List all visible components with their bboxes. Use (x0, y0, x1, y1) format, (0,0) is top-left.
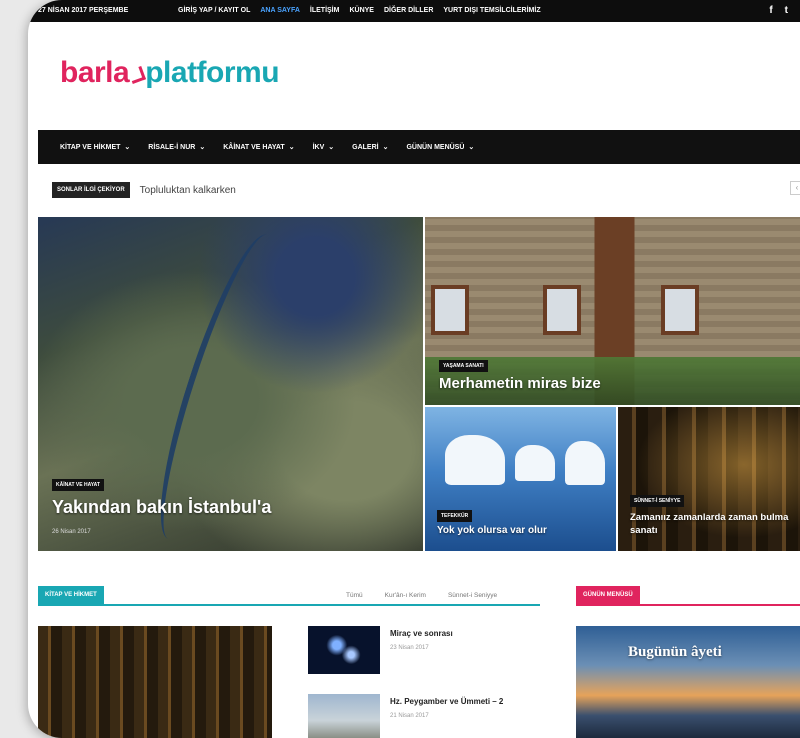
window-image (661, 285, 699, 335)
top-bar: 27 NİSAN 2017 PERŞEMBE GİRİŞ YAP / KAYIT… (28, 0, 800, 22)
hero-house-tile[interactable]: YAŞAMA SANATI Merhametin miras bize (425, 217, 800, 405)
featured-post-image[interactable] (38, 626, 272, 738)
post-title[interactable]: Miraç ve sonrası (390, 629, 453, 638)
chevron-down-icon: ⌄ (468, 144, 475, 151)
post-title[interactable]: Hz. Peygamber ve Ümmeti – 2 (390, 697, 503, 706)
hero-house-category[interactable]: YAŞAMA SANATI (439, 360, 488, 372)
hero-main-category[interactable]: KÂİNAT VE HAYAT (52, 479, 104, 491)
social-links: f t (769, 5, 788, 16)
nav-item-galeri[interactable]: GALERİ ⌄ (352, 143, 388, 151)
top-link-representatives[interactable]: YURT DIŞI TEMSİLCİLERİMİZ (443, 7, 540, 14)
chevron-down-icon: ⌄ (199, 144, 206, 151)
tab-kuran[interactable]: Kur'ân-ı Kerim (385, 592, 426, 599)
ticker-controls: ‹ › (790, 181, 800, 195)
top-link-contact[interactable]: İLETİŞİM (310, 7, 340, 14)
hero-main-title[interactable]: Yakından bakın İstanbul'a (52, 497, 271, 518)
hero-house-title[interactable]: Merhametin miras bize (439, 375, 601, 392)
section-menu-header: GÜNÜN MENÜSÜ (576, 586, 800, 606)
verse-banner-text: Bugünün âyeti (628, 644, 722, 660)
hero-ice-tile[interactable]: TEFEKKÜR Yok yok olursa var olur (425, 407, 616, 551)
facebook-icon[interactable]: f (769, 5, 772, 16)
tab-sunnet[interactable]: Sünnet-i Seniyye (448, 592, 497, 599)
top-link-login[interactable]: GİRİŞ YAP / KAYIT OL (178, 7, 250, 14)
logo-smile-icon (128, 66, 147, 84)
section-kitap-tabs: Tümü Kur'ân-ı Kerim Sünnet-i Seniyye (346, 592, 497, 599)
ticker-text[interactable]: Topluluktan kalkarken (140, 185, 236, 196)
nav-item-risale[interactable]: RİSALE-İ NUR ⌄ (148, 143, 205, 151)
iceberg-image (445, 435, 505, 485)
hero-city-category[interactable]: SÜNNET-İ SENİYYE (630, 495, 685, 507)
nav-item-menu[interactable]: GÜNÜN MENÜSÜ ⌄ (406, 143, 474, 151)
twitter-icon[interactable]: t (785, 5, 788, 16)
chevron-down-icon: ⌄ (124, 144, 131, 151)
section-kitap-label[interactable]: KİTAP VE HİKMET (38, 586, 104, 604)
nav-item-ikv[interactable]: İKV ⌄ (313, 143, 335, 151)
iceberg-image (515, 445, 555, 481)
top-link-home[interactable]: ANA SAYFA (260, 7, 300, 14)
window-image (543, 285, 581, 335)
hero-ice-title[interactable]: Yok yok olursa var olur (437, 525, 547, 536)
chevron-down-icon: ⌄ (288, 144, 295, 151)
site-logo[interactable]: barla platformu (60, 56, 280, 90)
iceberg-image (565, 441, 605, 485)
hero-ice-category[interactable]: TEFEKKÜR (437, 510, 473, 522)
nav-item-kainat[interactable]: KÂİNAT VE HAYAT ⌄ (223, 143, 294, 151)
nav-item-kitap[interactable]: KİTAP VE HİKMET ⌄ (60, 143, 130, 151)
top-link-languages[interactable]: DİĞER DİLLER (384, 7, 433, 14)
logo-part-platformu: platformu (145, 56, 280, 89)
section-divider (38, 604, 540, 606)
section-menu-label[interactable]: GÜNÜN MENÜSÜ (576, 586, 640, 604)
main-nav: KİTAP VE HİKMET ⌄ RİSALE-İ NUR ⌄ KÂİNAT VE… (38, 130, 800, 164)
top-links: GİRİŞ YAP / KAYIT OL ANA SAYFA İLETİŞİM … (178, 7, 541, 14)
ticker-prev-button[interactable]: ‹ (790, 181, 800, 195)
chevron-down-icon: ⌄ (328, 144, 335, 151)
top-link-imprint[interactable]: KÜNYE (349, 7, 374, 14)
date-label: 27 NİSAN 2017 PERŞEMBE (38, 7, 129, 14)
browser-frame: 27 NİSAN 2017 PERŞEMBE GİRİŞ YAP / KAYIT… (28, 0, 800, 738)
chevron-down-icon: ⌄ (382, 144, 389, 151)
post-date: 23 Nisan 2017 (390, 645, 429, 651)
post-date: 21 Nisan 2017 (390, 713, 429, 719)
section-divider (576, 604, 800, 606)
hero-city-tile[interactable]: SÜNNET-İ SENİYYE Zamanıız zamanlarda zam… (618, 407, 800, 551)
window-image (431, 285, 469, 335)
news-ticker: SONLAR İLGİ ÇEKİYOR Topluluktan kalkarke… (52, 182, 236, 198)
hero-main-tile[interactable]: KÂİNAT VE HAYAT Yakından bakın İstanbul'… (38, 217, 423, 551)
tab-all[interactable]: Tümü (346, 592, 363, 599)
verse-banner[interactable]: Bugünün âyeti (576, 626, 800, 738)
post-thumb-stars[interactable] (308, 626, 380, 674)
logo-part-barla: barla (60, 56, 130, 89)
ticker-tag: SONLAR İLGİ ÇEKİYOR (52, 182, 130, 198)
hero-main-date: 26 Nisan 2017 (52, 529, 91, 535)
post-thumb-mosque[interactable] (308, 694, 380, 738)
hero-city-title[interactable]: Zamanıız zamanlarda zaman bulma sanatı (630, 511, 800, 537)
